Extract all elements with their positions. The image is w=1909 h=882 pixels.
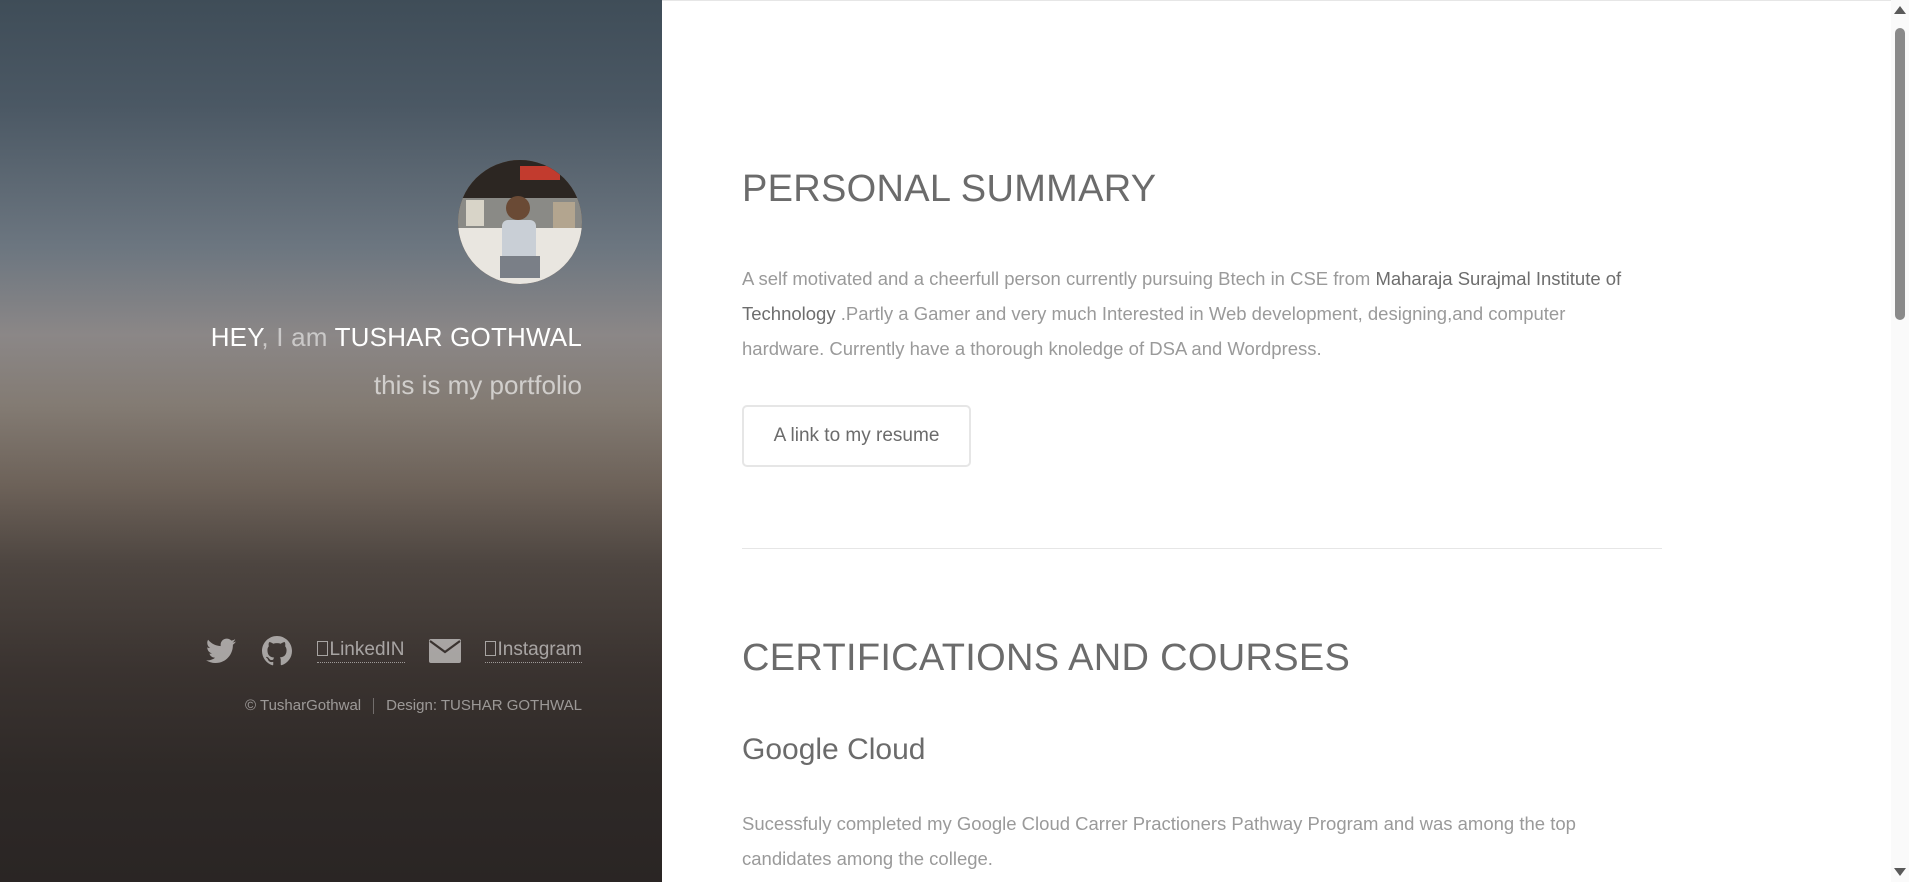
instagram-link[interactable]: Instagram xyxy=(484,639,582,663)
scrollbar[interactable] xyxy=(1891,0,1909,882)
top-border xyxy=(662,0,1891,1)
summary-text: A self motivated and a cheerfull person … xyxy=(742,261,1642,366)
instagram-icon xyxy=(484,641,496,656)
summary-text-before: A self motivated and a cheerfull person … xyxy=(742,268,1376,289)
summary-text-after: .Partly a Gamer and very much Interested… xyxy=(742,303,1566,359)
copyright-text: © TusharGothwal xyxy=(245,697,362,714)
github-icon[interactable] xyxy=(261,635,293,667)
scroll-up-arrow-icon[interactable] xyxy=(1894,6,1906,14)
header-panel: HEY, I am TUSHAR GOTHWAL this is my port… xyxy=(0,0,662,882)
linkedin-link[interactable]: LinkedIN xyxy=(316,639,405,663)
greeting-word: HEY xyxy=(210,322,262,352)
main-content: PERSONAL SUMMARY A self motivated and a … xyxy=(662,0,1891,882)
greeting-intro: , I am xyxy=(261,322,335,352)
linkedin-label: LinkedIN xyxy=(329,639,405,660)
owner-name: TUSHAR GOTHWAL xyxy=(334,322,582,352)
design-credit: Design: TUSHAR GOTHWAL xyxy=(386,697,582,714)
avatar-photo xyxy=(458,160,582,284)
summary-title: PERSONAL SUMMARY xyxy=(742,168,1157,210)
certifications-title: CERTIFICATIONS AND COURSES xyxy=(742,637,1351,679)
scroll-down-arrow-icon[interactable] xyxy=(1894,868,1906,876)
cert-description: Sucessfuly completed my Google Cloud Car… xyxy=(742,813,1576,869)
cert-title-google-cloud: Google Cloud xyxy=(742,733,926,766)
instagram-label: Instagram xyxy=(497,639,582,660)
tagline: this is my portfolio xyxy=(373,370,582,400)
footer-credits: © TusharGothwal Design: TUSHAR GOTHWAL xyxy=(245,697,582,714)
envelope-icon[interactable] xyxy=(428,635,461,667)
linkedin-icon xyxy=(316,641,328,656)
resume-button[interactable]: A link to my resume xyxy=(742,405,971,467)
scrollbar-thumb[interactable] xyxy=(1895,28,1905,320)
social-links: LinkedIN Instagram xyxy=(205,635,582,667)
avatar xyxy=(458,160,582,284)
section-divider xyxy=(742,548,1662,549)
twitter-icon[interactable] xyxy=(205,635,237,667)
greeting-headline: HEY, I am TUSHAR GOTHWAL xyxy=(211,322,582,353)
credits-divider xyxy=(373,697,375,714)
